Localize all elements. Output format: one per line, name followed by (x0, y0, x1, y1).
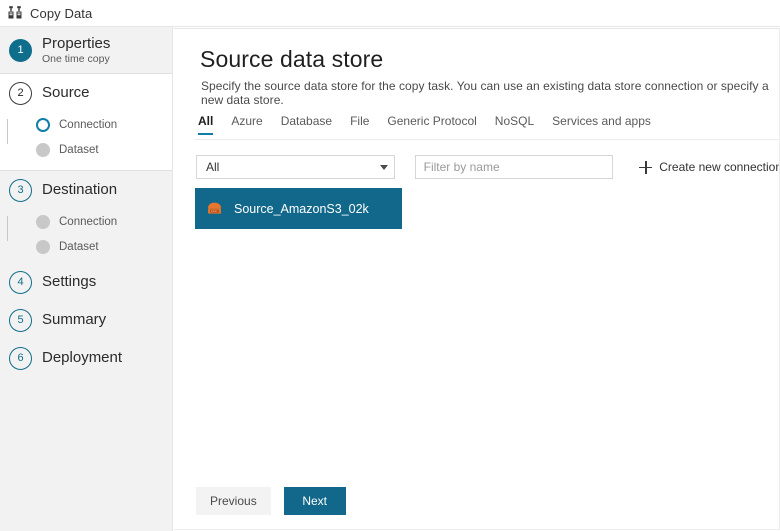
sidebar-substep-destination-connection[interactable]: Connection (36, 209, 172, 234)
tab-database[interactable]: Database (281, 114, 332, 135)
sidebar-step-settings[interactable]: 4 Settings (0, 263, 172, 301)
sidebar-step-destination[interactable]: 3 Destination Connection Dataset (0, 171, 172, 263)
page-title: Source data store (200, 46, 384, 72)
create-new-connection-button[interactable]: Create new connection (639, 160, 780, 174)
substep-label: Connection (59, 118, 118, 131)
wizard-footer: Previous Next (196, 487, 346, 515)
sidebar-substep-source-dataset[interactable]: Dataset (36, 137, 172, 162)
substeps-destination: Connection Dataset (0, 209, 172, 259)
substep-connector (6, 119, 8, 144)
sidebar-substep-source-connection[interactable]: Connection (36, 112, 172, 137)
step-number-1: 1 (9, 38, 32, 62)
tab-all[interactable]: All (198, 114, 214, 135)
wizard-sidebar: 1 Properties One time copy 2 Source Conn… (0, 27, 172, 531)
tab-generic-protocol[interactable]: Generic Protocol (387, 114, 476, 135)
tab-nosql[interactable]: NoSQL (495, 114, 534, 135)
main-content-area: Source data store Specify the source dat… (172, 27, 780, 531)
window-titlebar: Copy Data (0, 0, 780, 27)
sidebar-step-summary[interactable]: 5 Summary (0, 301, 172, 339)
window-title: Copy Data (30, 5, 93, 21)
substeps-source: Connection Dataset (0, 112, 172, 162)
step-title-properties: Properties (42, 34, 111, 52)
copy-data-icon (8, 6, 22, 19)
connection-type-select[interactable]: All (196, 155, 395, 179)
step-number-3: 3 (9, 178, 32, 202)
plus-icon (639, 160, 653, 174)
sidebar-step-source[interactable]: 2 Source Connection Dataset (0, 74, 172, 170)
step-number-5: 5 (9, 308, 32, 332)
step-title-deployment: Deployment (42, 349, 123, 367)
substep-status-dot (36, 142, 50, 157)
create-new-connection-label: Create new connection (659, 160, 780, 174)
substep-status-dot (36, 239, 50, 254)
category-tabs: All Azure Database File Generic Protocol… (194, 114, 779, 140)
substep-status-dot (36, 214, 50, 229)
chevron-down-icon (379, 164, 388, 170)
connection-type-value: All (206, 160, 220, 174)
substep-connector (6, 216, 8, 241)
tab-file[interactable]: File (350, 114, 369, 135)
connection-tile-source-amazons3[interactable]: Source_AmazonS3_02k (195, 188, 402, 229)
tab-azure[interactable]: Azure (231, 114, 262, 135)
substep-label: Dataset (59, 143, 99, 156)
connection-tile-name: Source_AmazonS3_02k (234, 201, 369, 216)
substep-label: Dataset (59, 240, 99, 253)
step-title-settings: Settings (42, 273, 97, 291)
sidebar-substep-destination-dataset[interactable]: Dataset (36, 234, 172, 259)
filter-by-name-input[interactable] (414, 155, 614, 179)
page-description: Specify the source data store for the co… (201, 79, 769, 107)
step-title-source: Source (42, 84, 90, 102)
step-number-2: 2 (9, 81, 32, 105)
tabs-underline-rule (194, 139, 779, 140)
sidebar-step-properties[interactable]: 1 Properties One time copy (0, 27, 172, 73)
amazon-s3-icon (208, 202, 221, 214)
step-number-4: 4 (9, 270, 32, 294)
tab-services-and-apps[interactable]: Services and apps (552, 114, 651, 135)
step-title-destination: Destination (42, 181, 118, 199)
previous-button[interactable]: Previous (196, 487, 271, 515)
step-number-6: 6 (9, 346, 32, 370)
source-data-store-panel: Source data store Specify the source dat… (174, 28, 780, 530)
substep-status-dot (36, 117, 50, 132)
next-button[interactable]: Next (283, 487, 346, 515)
sidebar-step-deployment[interactable]: 6 Deployment (0, 339, 172, 377)
connection-tile-list: Source_AmazonS3_02k (195, 188, 775, 229)
substep-label: Connection (59, 215, 118, 228)
filter-toolbar: All Create new connection (196, 155, 780, 179)
step-subtitle-properties: One time copy (42, 53, 110, 66)
step-title-summary: Summary (42, 311, 107, 329)
